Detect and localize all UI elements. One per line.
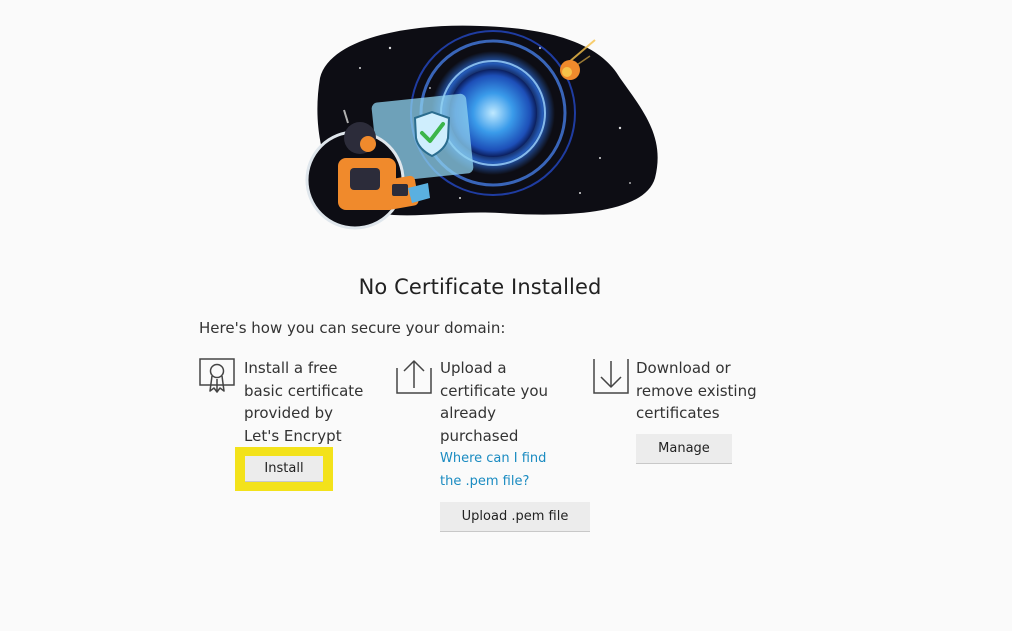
upload-arrow-icon (396, 360, 432, 394)
install-highlight: Install (235, 447, 333, 491)
download-arrow-icon (593, 359, 629, 394)
intro-text: Here's how you can secure your domain: (199, 319, 506, 337)
page-title: No Certificate Installed (358, 275, 602, 299)
ssl-certificate-page: No Certificate Installed Here's how you … (0, 0, 1012, 631)
upload-pem-button[interactable]: Upload .pem file (440, 502, 590, 532)
install-button[interactable]: Install (245, 456, 323, 482)
upload-description: Upload a certificate you already purchas… (440, 359, 549, 445)
pem-help-link[interactable]: Where can I find the .pem file? (440, 448, 570, 493)
manage-button[interactable]: Manage (636, 434, 732, 464)
install-description: Install a free basic certificate provide… (244, 359, 364, 445)
certificate-icon (199, 358, 235, 393)
space-robot-illustration (305, 25, 658, 230)
manage-description: Download or remove existing certificates (636, 359, 757, 422)
